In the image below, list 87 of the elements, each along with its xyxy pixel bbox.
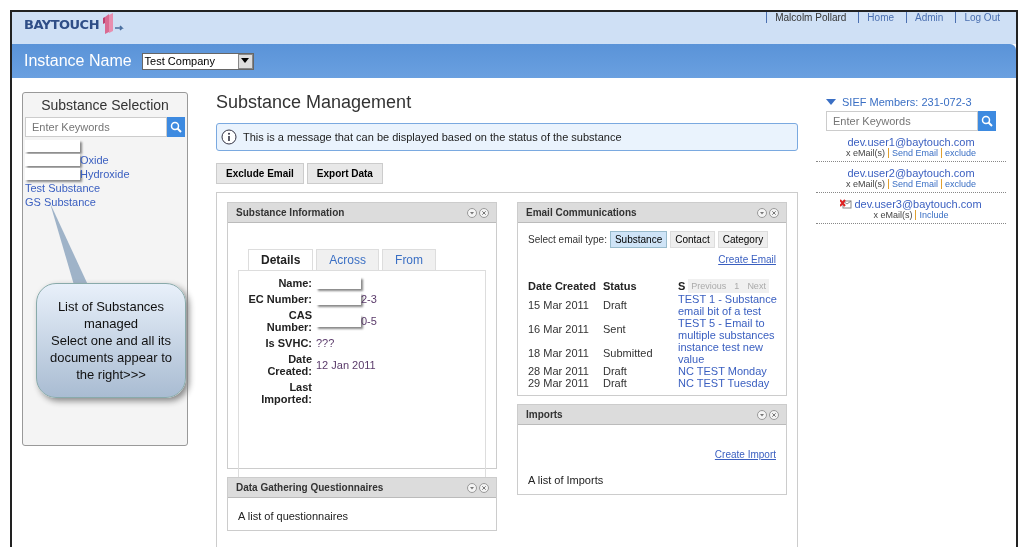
collapse-icon[interactable] bbox=[467, 207, 477, 218]
field-value: 0-5 bbox=[361, 315, 377, 327]
type-button[interactable]: Category bbox=[717, 231, 769, 248]
type-label: Select email type: bbox=[528, 234, 607, 245]
member-email-link[interactable]: dev.user2@baytouch.com bbox=[847, 167, 975, 179]
member-action-link[interactable]: Send Email bbox=[887, 179, 938, 189]
nav-link[interactable]: Log Out bbox=[955, 12, 1012, 23]
member-action-link[interactable]: exclude bbox=[941, 148, 977, 158]
table-cell-text: 16 Mar 2011 bbox=[528, 323, 590, 335]
field-value: 2-3 bbox=[361, 293, 377, 305]
tab[interactable]: Across bbox=[316, 249, 380, 270]
table-cell-text: 29 Mar 2011 bbox=[528, 377, 590, 389]
tab[interactable]: Details bbox=[248, 249, 314, 270]
field-label: Is SVHC: bbox=[264, 337, 313, 349]
member-email-link[interactable]: dev.user3@baytouch.com bbox=[854, 198, 982, 210]
subject-link[interactable]: instance test new value bbox=[678, 341, 778, 365]
section-title[interactable]: SIEF Members: 231-072-3 bbox=[842, 96, 972, 108]
member-action-link[interactable]: exclude bbox=[941, 179, 977, 189]
subject-link[interactable]: NC TEST Tuesday bbox=[678, 377, 778, 389]
widget-title: Email Communications bbox=[526, 207, 637, 218]
instance-dropdown[interactable]: Test Company bbox=[141, 52, 254, 70]
collapse-icon[interactable] bbox=[757, 409, 767, 420]
table-cell-text: 18 Mar 2011 bbox=[528, 347, 590, 359]
nav-link[interactable]: Home bbox=[858, 12, 907, 23]
search-field[interactable]: Enter Keywords bbox=[25, 117, 167, 137]
email-count: x eMail(s) bbox=[845, 179, 885, 189]
substance-link[interactable]: GS Substance bbox=[25, 196, 96, 208]
tab[interactable]: From bbox=[382, 249, 437, 270]
collapse-icon[interactable] bbox=[467, 482, 477, 493]
table-cell-text: Draft bbox=[603, 299, 628, 311]
table-cell-text: Submitted bbox=[603, 347, 654, 359]
close-icon[interactable] bbox=[479, 482, 489, 493]
info-icon bbox=[221, 129, 237, 145]
search-field[interactable]: Enter Keywords bbox=[826, 111, 978, 131]
table-cell-text: 28 Mar 2011 bbox=[528, 365, 590, 377]
substance-link[interactable]: Test Substance bbox=[25, 182, 101, 194]
logo[interactable]: BAYTOUCH bbox=[24, 13, 126, 35]
type-button[interactable]: Contact bbox=[670, 231, 715, 248]
substance-link[interactable]: Hydroxide bbox=[80, 168, 130, 180]
search-icon[interactable] bbox=[167, 117, 185, 137]
field-label: EC Number: bbox=[247, 293, 313, 305]
member-action-link[interactable]: Send Email bbox=[887, 148, 938, 158]
field-label: CAS Number: bbox=[265, 309, 313, 333]
nav-link[interactable]: Admin bbox=[906, 12, 956, 23]
column-header: Status bbox=[603, 280, 638, 292]
expand-icon[interactable] bbox=[826, 98, 836, 106]
substance-link[interactable]: Oxide bbox=[80, 154, 109, 166]
widget-text: A list of Imports bbox=[528, 474, 605, 486]
widget-title: Data Gathering Questionnaires bbox=[236, 482, 384, 493]
member-email-link[interactable]: dev.user1@baytouch.com bbox=[847, 136, 975, 148]
member-action-link[interactable]: Include bbox=[915, 210, 949, 220]
email-count: x eMail(s) bbox=[845, 148, 885, 158]
email-count: x eMail(s) bbox=[873, 210, 913, 220]
table-cell-text: Draft bbox=[603, 377, 628, 389]
user-name: Malcolm Pollard bbox=[766, 12, 859, 23]
field-value: 12 Jan 2011 bbox=[316, 359, 376, 371]
action-button[interactable]: Exclude Email bbox=[216, 163, 304, 184]
field-value: ??? bbox=[316, 337, 335, 349]
widget-text: A list of questionnaires bbox=[238, 510, 350, 522]
widget-title: Substance Information bbox=[236, 207, 345, 218]
field-label: Name: bbox=[277, 277, 313, 289]
field-label: Last Imported: bbox=[260, 381, 313, 405]
table-cell-text: Draft bbox=[603, 365, 628, 377]
dropdown-arrow-icon[interactable] bbox=[241, 58, 250, 64]
table-cell-text: 15 Mar 2011 bbox=[528, 299, 590, 311]
column-header: Date Created bbox=[528, 280, 597, 292]
panel-title: Substance Selection bbox=[40, 97, 170, 113]
create-import-link[interactable]: Create Import bbox=[714, 449, 776, 460]
subject-link[interactable]: NC TEST Monday bbox=[678, 365, 778, 377]
action-button[interactable]: Export Data bbox=[306, 163, 383, 184]
subject-link[interactable]: TEST 1 - Substance email bit of a test bbox=[678, 293, 778, 317]
type-button[interactable]: Substance bbox=[609, 231, 668, 248]
close-icon[interactable] bbox=[479, 207, 489, 218]
widget-title: Imports bbox=[526, 409, 563, 420]
column-header: S bbox=[678, 280, 686, 292]
close-icon[interactable] bbox=[769, 409, 779, 420]
table-cell-text: Sent bbox=[603, 323, 627, 335]
instance-label: Instance Name bbox=[24, 52, 132, 70]
close-icon[interactable] bbox=[769, 207, 779, 218]
collapse-icon[interactable] bbox=[757, 207, 767, 218]
callout-text: List of Substances managed bbox=[56, 298, 166, 332]
field-label: Date Created: bbox=[266, 353, 313, 377]
callout-text: Select one and all its documents appear to the right>>> bbox=[48, 332, 174, 383]
page-title: Substance Management bbox=[216, 92, 413, 113]
message-text: This is a message that can be displayed based on the status of the substance bbox=[243, 131, 622, 143]
search-icon[interactable] bbox=[978, 111, 996, 131]
create-email-link[interactable]: Create Email bbox=[718, 254, 776, 265]
